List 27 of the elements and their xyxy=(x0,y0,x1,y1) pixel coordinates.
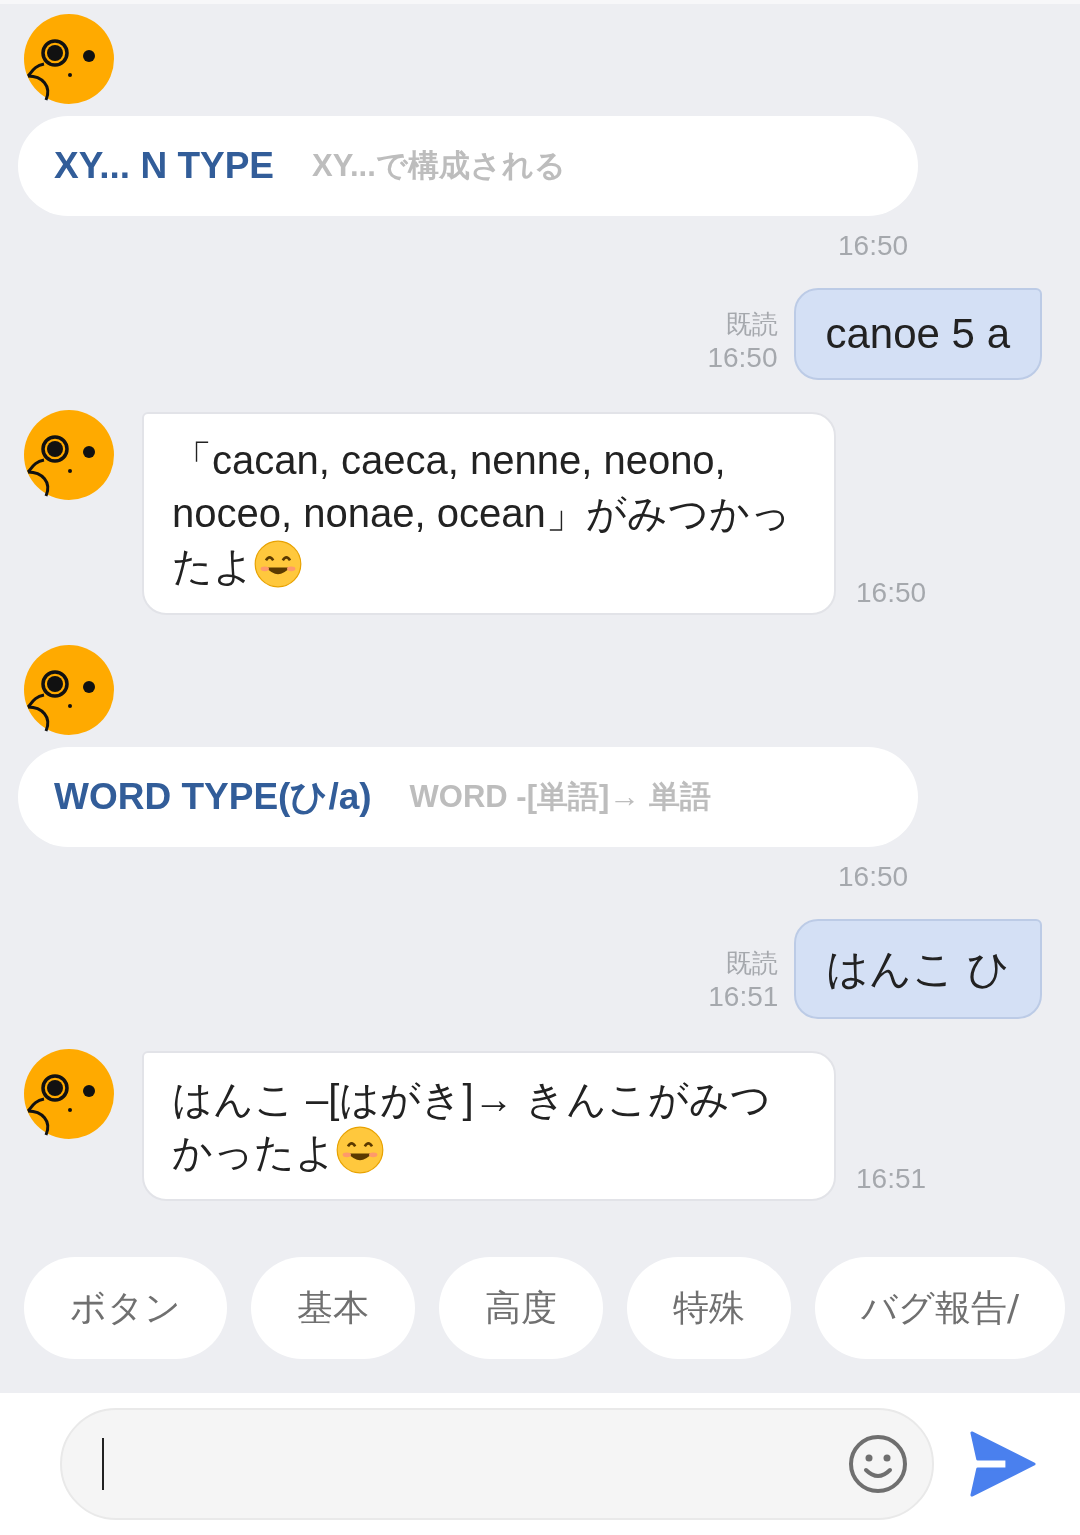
read-receipt: 既読 xyxy=(725,308,778,341)
quick-reply-chip[interactable]: 高度 xyxy=(439,1257,603,1359)
card-title: WORD TYPE(ひ/a) xyxy=(54,775,372,819)
card-subtitle: WORD -[単語]→ 単語 xyxy=(409,778,711,816)
message-time: 16:50 xyxy=(707,342,778,374)
quick-reply-chip[interactable]: 特殊 xyxy=(627,1257,791,1359)
read-receipt: 既読 xyxy=(726,947,779,980)
bot-avatar-icon[interactable] xyxy=(24,14,114,104)
carousel-card[interactable]: XY... N TYPE XY...で構成される xyxy=(18,116,918,216)
bot-avatar-icon[interactable] xyxy=(24,1049,114,1139)
send-icon[interactable] xyxy=(968,1430,1036,1498)
sent-message: canoe 5 a xyxy=(793,288,1042,380)
card-subtitle: XY...で構成される xyxy=(312,147,566,185)
message-time: 16:50 xyxy=(838,861,909,893)
quick-reply-chip[interactable]: 基本 xyxy=(251,1257,415,1359)
message-time: 16:51 xyxy=(856,1163,927,1195)
carousel-card[interactable]: WORD TYPE(ひ/a) WORD -[単語]→ 単語 xyxy=(18,747,918,847)
sent-message: はんこ ひ xyxy=(794,919,1042,1019)
message-time: 16:50 xyxy=(838,230,909,262)
message-time: 16:50 xyxy=(856,577,927,609)
message-time: 16:51 xyxy=(708,981,779,1013)
bot-avatar-icon[interactable] xyxy=(24,645,114,735)
smiley-icon[interactable] xyxy=(848,1434,908,1494)
quick-reply-chip[interactable]: ボタン xyxy=(24,1257,227,1359)
quick-reply-chip[interactable]: バグ報告/ xyxy=(815,1257,1066,1359)
bot-avatar-icon[interactable] xyxy=(24,410,114,500)
card-title: XY... N TYPE xyxy=(54,145,274,187)
